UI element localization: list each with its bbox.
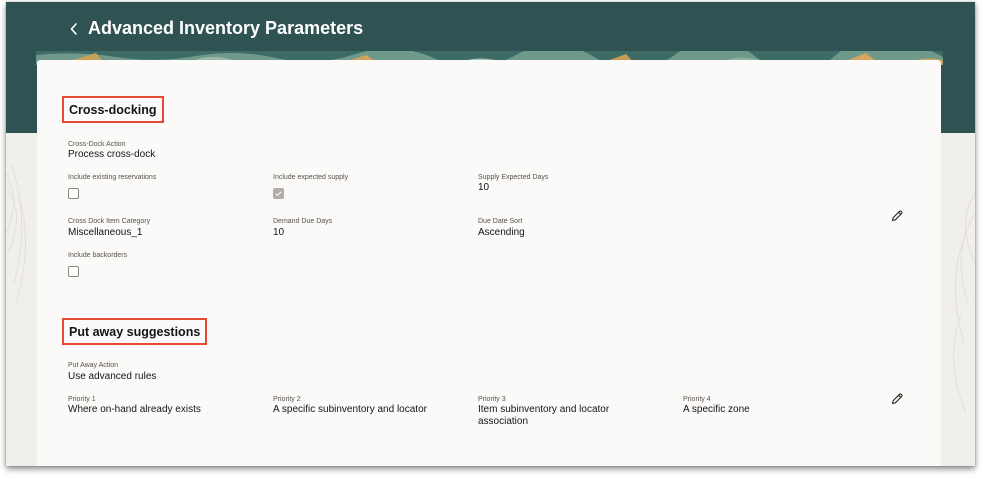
cross-dock-action-value: Process cross-dock [68, 149, 156, 160]
parameters-card: Cross-docking Cross-Dock Action Process … [37, 60, 941, 466]
include-backorders-label: Include backorders [68, 252, 128, 259]
cross-dock-item-category-label: Cross Dock Item Category [68, 218, 151, 225]
due-date-sort-label: Due Date Sort [478, 218, 523, 225]
priority-4-value: A specific zone [683, 404, 750, 415]
pencil-icon [891, 393, 903, 405]
app-window: Advanced Inventory Parameters Cross-dock… [6, 2, 975, 466]
demand-due-days-value: 10 [273, 227, 285, 238]
cross-dock-action-label: Cross-Dock Action [68, 141, 126, 148]
supply-expected-days-value: 10 [478, 182, 490, 193]
include-expected-supply-checkbox[interactable] [273, 188, 284, 199]
cross-dock-item-category-value: Miscellaneous_1 [68, 227, 143, 238]
due-date-sort-value: Ascending [478, 227, 525, 238]
priority-1-label: Priority 1 [68, 396, 96, 403]
edit-cross-docking-button[interactable] [890, 209, 904, 223]
page-title: Advanced Inventory Parameters [88, 18, 364, 38]
include-existing-reservations-checkbox[interactable] [68, 188, 79, 199]
demand-due-days-label: Demand Due Days [273, 218, 333, 225]
include-backorders-checkbox[interactable] [68, 266, 79, 277]
priority-3-value: Item subinventory and locator associatio… [478, 404, 610, 427]
include-expected-supply-label: Include expected supply [273, 174, 349, 181]
priority-2-value: A specific subinventory and locator [273, 404, 427, 415]
include-existing-reservations-label: Include existing reservations [68, 174, 157, 181]
chevron-left-icon [70, 23, 77, 35]
put-away-action-label: Put Away Action [68, 362, 119, 369]
back-button[interactable] [68, 20, 82, 38]
section-title-cross-docking: Cross-docking [62, 96, 164, 123]
section-title-put-away: Put away suggestions [62, 318, 208, 345]
put-away-action-value: Use advanced rules [68, 371, 157, 382]
priority-1-value: Where on-hand already exists [68, 404, 201, 415]
pencil-icon [891, 210, 903, 222]
priority-3-label: Priority 3 [478, 396, 506, 403]
priority-2-label: Priority 2 [273, 396, 301, 403]
priority-4-label: Priority 4 [683, 396, 711, 403]
supply-expected-days-label: Supply Expected Days [478, 174, 549, 181]
edit-put-away-button[interactable] [890, 392, 904, 406]
